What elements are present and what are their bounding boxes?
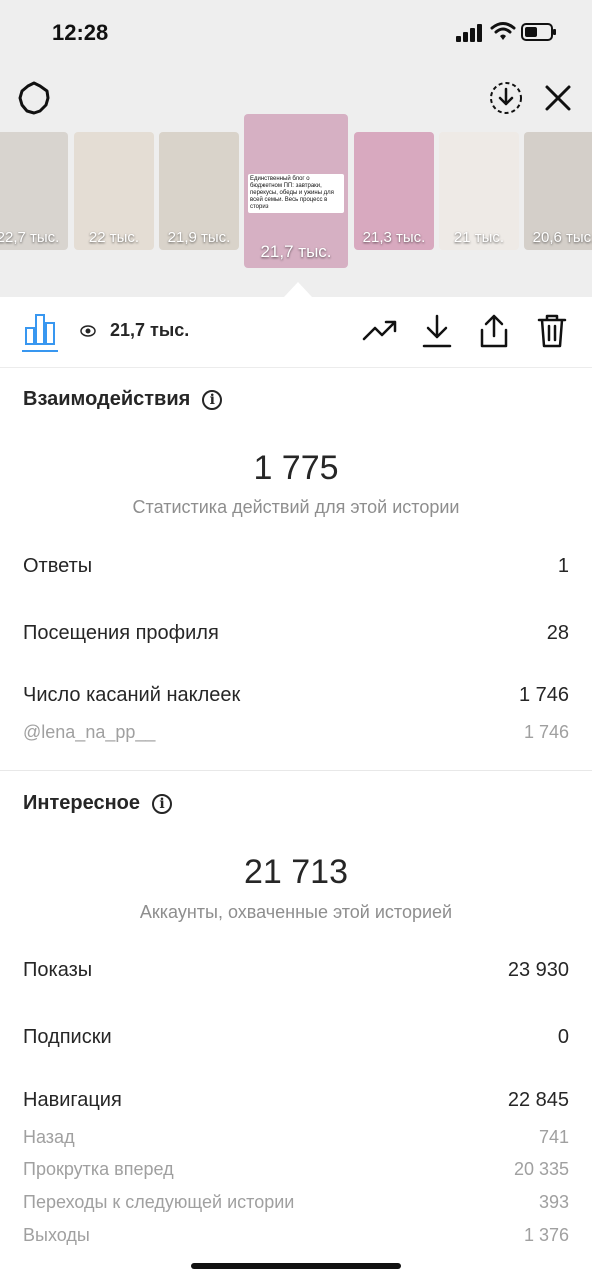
views-count-label: 21,7 тыс.	[110, 320, 190, 340]
status-bar: 12:28	[0, 0, 592, 64]
story-thumbnail[interactable]: 22 тыс.	[74, 132, 154, 250]
stat-value: 393	[538, 1192, 569, 1212]
stat-label: Назад	[23, 1127, 75, 1147]
stat-label: Ответы	[23, 555, 93, 577]
stat-subrow: Назад 741	[23, 1127, 569, 1148]
stat-value: 22 845	[507, 1089, 569, 1111]
bar-chart-icon	[25, 314, 55, 345]
stat-label: Показы	[23, 959, 93, 981]
interactions-total: 1 775	[253, 449, 339, 487]
gear-icon	[18, 81, 50, 115]
stat-value: 0	[557, 1026, 569, 1048]
trend-icon	[362, 320, 397, 341]
story-view-count: 20,6 тыс.	[532, 229, 592, 246]
interactions-subtitle: Статистика действий для этой истории	[132, 497, 460, 517]
stat-label: Навигация	[23, 1089, 122, 1111]
active-story-pointer	[284, 282, 312, 297]
story-thumbnail[interactable]: 21,9 тыс.	[159, 132, 239, 250]
stat-value: 1	[557, 555, 569, 577]
eye-icon	[80, 324, 96, 337]
section-divider	[0, 770, 592, 771]
stat-subrow: Выходы 1 376	[23, 1225, 569, 1246]
discovery-total: 21 713	[244, 853, 348, 891]
story-view-count: 21,3 тыс.	[362, 229, 426, 246]
story-thumbnail-active[interactable]: Единственный блог о бюджетном ПП: завтра…	[244, 114, 348, 268]
share-button[interactable]	[476, 311, 512, 351]
discovery-section-title: Интересное i	[23, 792, 172, 815]
stat-row: Посещения профиля 28	[23, 622, 569, 645]
stat-label: @lena_na_pp__	[23, 722, 156, 742]
battery-icon	[521, 23, 556, 41]
stat-row: Подписки 0	[23, 1026, 569, 1049]
share-icon	[480, 314, 508, 348]
story-archive-header: 12:28 22,7 тыс. 22 тыс. 21,9 тыс. Единст…	[0, 0, 592, 297]
stat-subrow: @lena_na_pp__ 1 746	[23, 722, 569, 743]
promote-button[interactable]	[362, 313, 398, 349]
stat-label: Выходы	[23, 1225, 90, 1245]
stat-row: Ответы 1	[23, 555, 569, 578]
stat-value: 1 376	[523, 1225, 569, 1245]
discovery-title: Интересное	[23, 792, 140, 814]
wifi-icon	[490, 22, 516, 40]
download-icon	[422, 314, 452, 348]
signal-icon	[456, 24, 484, 42]
save-button[interactable]	[419, 311, 455, 351]
stat-label: Подписки	[23, 1026, 112, 1048]
story-thumbnail[interactable]: 21,3 тыс.	[354, 132, 434, 250]
active-tab-indicator	[22, 350, 58, 352]
close-icon	[545, 85, 571, 111]
delete-button[interactable]	[534, 311, 570, 351]
home-indicator[interactable]	[191, 1263, 401, 1269]
stat-label: Число касаний наклеек	[23, 684, 241, 706]
stat-subrow: Прокрутка вперед 20 335	[23, 1159, 569, 1180]
stat-label: Посещения профиля	[23, 622, 219, 644]
info-icon[interactable]: i	[152, 793, 172, 814]
stat-row: Навигация 22 845	[23, 1089, 569, 1112]
stat-value: 741	[538, 1127, 569, 1147]
stat-value: 23 930	[507, 959, 569, 981]
story-view-count: 21,9 тыс.	[167, 229, 231, 246]
status-time: 12:28	[52, 20, 109, 45]
stat-value: 20 335	[513, 1159, 569, 1179]
views-count[interactable]: 21,7 тыс.	[80, 320, 189, 341]
stat-subrow: Переходы к следующей истории 393	[23, 1192, 569, 1213]
story-thumbnail[interactable]: 21 тыс.	[439, 132, 519, 250]
stat-label: Переходы к следующей истории	[23, 1192, 295, 1212]
stat-row: Число касаний наклеек 1 746	[23, 684, 569, 707]
story-thumbnail[interactable]: 20,6 тыс.	[524, 132, 592, 250]
stat-label: Прокрутка вперед	[23, 1159, 174, 1179]
stat-value: 28	[546, 622, 569, 644]
story-view-count: 22 тыс.	[88, 229, 140, 246]
download-circle-icon	[490, 82, 522, 114]
interactions-section-title: Взаимодействия i	[23, 388, 223, 411]
story-view-count: 21 тыс.	[453, 229, 505, 246]
story-thumbnail[interactable]: 22,7 тыс.	[0, 132, 68, 250]
stat-value: 1 746	[523, 722, 569, 742]
stat-value: 1 746	[518, 684, 569, 706]
discovery-subtitle: Аккаунты, охваченные этой историей	[139, 902, 453, 922]
close-button[interactable]	[538, 78, 578, 118]
insights-tab[interactable]	[22, 311, 58, 347]
interactions-title: Взаимодействия	[23, 388, 191, 410]
story-caption: Единственный блог о бюджетном ПП: завтра…	[248, 174, 344, 213]
story-thumbnails: 22,7 тыс. 22 тыс. 21,9 тыс. Единственный…	[0, 114, 592, 274]
download-archive-button[interactable]	[486, 78, 526, 118]
settings-button[interactable]	[14, 78, 54, 118]
stat-row: Показы 23 930	[23, 959, 569, 982]
trash-icon	[537, 314, 567, 348]
story-toolbar: 21,7 тыс.	[0, 297, 592, 368]
info-icon[interactable]: i	[202, 389, 223, 410]
story-view-count: 22,7 тыс.	[0, 229, 60, 246]
story-view-count: 21,7 тыс.	[260, 242, 332, 261]
